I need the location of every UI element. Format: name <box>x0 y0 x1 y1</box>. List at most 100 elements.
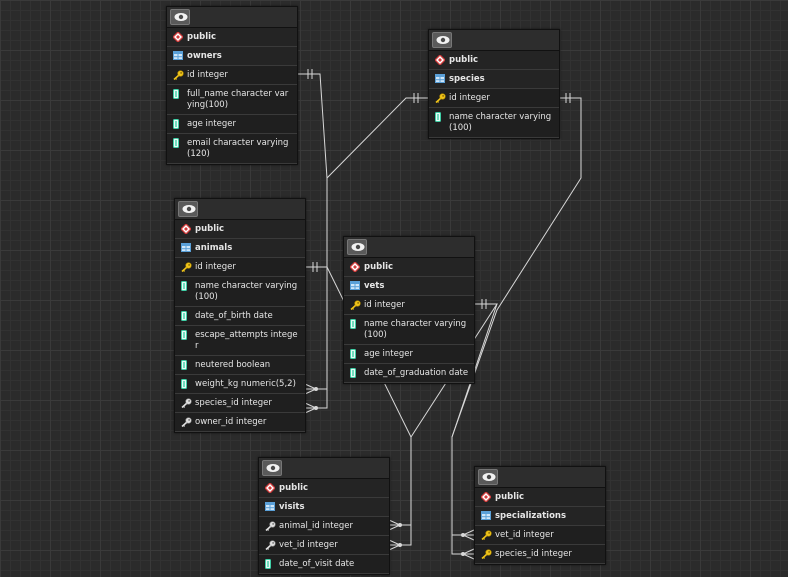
column-text: id integer <box>449 93 490 103</box>
column-row[interactable]: neutered boolean <box>175 356 305 375</box>
column-row[interactable]: vet_id integer <box>475 526 605 545</box>
column-text: weight_kg numeric(5,2) <box>195 379 296 389</box>
table-icon <box>350 281 360 291</box>
schema-icon <box>350 262 360 272</box>
column-text: escape_attempts integer <box>195 330 298 351</box>
column-row[interactable]: animal_id integer <box>259 517 389 536</box>
table-name: animals <box>195 243 233 253</box>
column-text: id integer <box>364 300 405 310</box>
column-row[interactable]: owner_id integer <box>175 413 305 432</box>
column-row[interactable]: age integer <box>344 345 474 364</box>
column-row[interactable]: full_name character varying(100) <box>167 85 297 115</box>
eye-icon[interactable] <box>478 469 498 485</box>
schema-name: public <box>364 262 394 272</box>
primary-key-icon <box>181 262 192 272</box>
table-name: owners <box>187 51 222 61</box>
primary-key-icon <box>173 70 184 80</box>
schema-icon <box>173 32 183 42</box>
foreign-key-icon <box>181 417 192 427</box>
schema-name: public <box>195 224 225 234</box>
column-text: vet_id integer <box>279 540 338 550</box>
column-row[interactable]: weight_kg numeric(5,2) <box>175 375 305 394</box>
table-name: vets <box>364 281 385 291</box>
column-icon <box>181 281 191 291</box>
primary-key-icon <box>350 300 361 310</box>
table-icon <box>435 74 445 84</box>
column-row[interactable]: id integer <box>429 89 559 108</box>
column-text: name character varying(100) <box>195 281 298 302</box>
column-text: vet_id integer <box>495 530 554 540</box>
primary-key-icon <box>435 93 446 103</box>
schema-label: public <box>259 479 389 498</box>
eye-icon[interactable] <box>347 239 367 255</box>
eye-icon[interactable] <box>178 201 198 217</box>
column-text: owner_id integer <box>195 417 267 427</box>
schema-name: public <box>449 55 479 65</box>
table-name: species <box>449 74 485 84</box>
table-header <box>167 7 297 28</box>
column-icon <box>181 330 191 340</box>
schema-label: public <box>344 258 474 277</box>
eye-icon[interactable] <box>262 460 282 476</box>
table-header <box>175 199 305 220</box>
column-row[interactable]: date_of_birth date <box>175 307 305 326</box>
column-text: neutered boolean <box>195 360 271 370</box>
column-row[interactable]: date_of_visit date <box>259 555 389 574</box>
table-header <box>475 467 605 488</box>
table-icon <box>481 511 491 521</box>
column-icon <box>173 89 183 99</box>
eye-icon[interactable] <box>170 9 190 25</box>
schema-icon <box>435 55 445 65</box>
primary-key-icon <box>481 549 492 559</box>
column-icon <box>435 112 445 122</box>
primary-key-icon <box>481 530 492 540</box>
column-row[interactable]: name character varying(100) <box>429 108 559 138</box>
foreign-key-icon <box>181 398 192 408</box>
table-icon <box>173 51 183 61</box>
table-icon <box>181 243 191 253</box>
table-header <box>429 30 559 51</box>
column-row[interactable]: id integer <box>167 66 297 85</box>
column-row[interactable]: name character varying(100) <box>175 277 305 307</box>
column-row[interactable]: id integer <box>175 258 305 277</box>
schema-name: public <box>279 483 309 493</box>
table-name-row: owners <box>167 47 297 66</box>
schema-name: public <box>495 492 525 502</box>
column-text: age integer <box>364 349 413 359</box>
foreign-key-icon <box>265 521 276 531</box>
column-row[interactable]: id integer <box>344 296 474 315</box>
column-row[interactable]: name character varying(100) <box>344 315 474 345</box>
column-row[interactable]: age integer <box>167 115 297 134</box>
table-header <box>344 237 474 258</box>
eye-icon[interactable] <box>432 32 452 48</box>
column-text: full_name character varying(100) <box>187 89 289 110</box>
table-header <box>259 458 389 479</box>
table-vets[interactable]: public vets id integer name character varyi… <box>343 236 475 384</box>
column-row[interactable]: date_of_graduation date <box>344 364 474 383</box>
table-species[interactable]: public species id integer name character va… <box>428 29 560 139</box>
column-text: animal_id integer <box>279 521 353 531</box>
table-owners[interactable]: public owners id integer full_name characte… <box>166 6 298 165</box>
column-icon <box>181 311 191 321</box>
table-icon <box>265 502 275 512</box>
table-specializations[interactable]: public specializations vet_id integer speci… <box>474 466 606 565</box>
schema-icon <box>181 224 191 234</box>
schema-name: public <box>187 32 217 42</box>
column-icon <box>181 379 191 389</box>
column-text: date_of_graduation date <box>364 368 469 378</box>
column-text: species_id integer <box>495 549 572 559</box>
column-text: date_of_birth date <box>195 311 273 321</box>
table-name-row: species <box>429 70 559 89</box>
column-text: date_of_visit date <box>279 559 355 569</box>
table-visits[interactable]: public visits animal_id integer vet_id inte… <box>258 457 390 575</box>
table-name: specializations <box>495 511 567 521</box>
column-row[interactable]: escape_attempts integer <box>175 326 305 356</box>
column-text: id integer <box>187 70 228 80</box>
table-animals[interactable]: public animals id integer name character va… <box>174 198 306 433</box>
column-row[interactable]: vet_id integer <box>259 536 389 555</box>
column-row[interactable]: species_id integer <box>175 394 305 413</box>
column-row[interactable]: species_id integer <box>475 545 605 564</box>
table-name-row: specializations <box>475 507 605 526</box>
column-row[interactable]: email character varying(120) <box>167 134 297 164</box>
column-icon <box>265 559 275 569</box>
